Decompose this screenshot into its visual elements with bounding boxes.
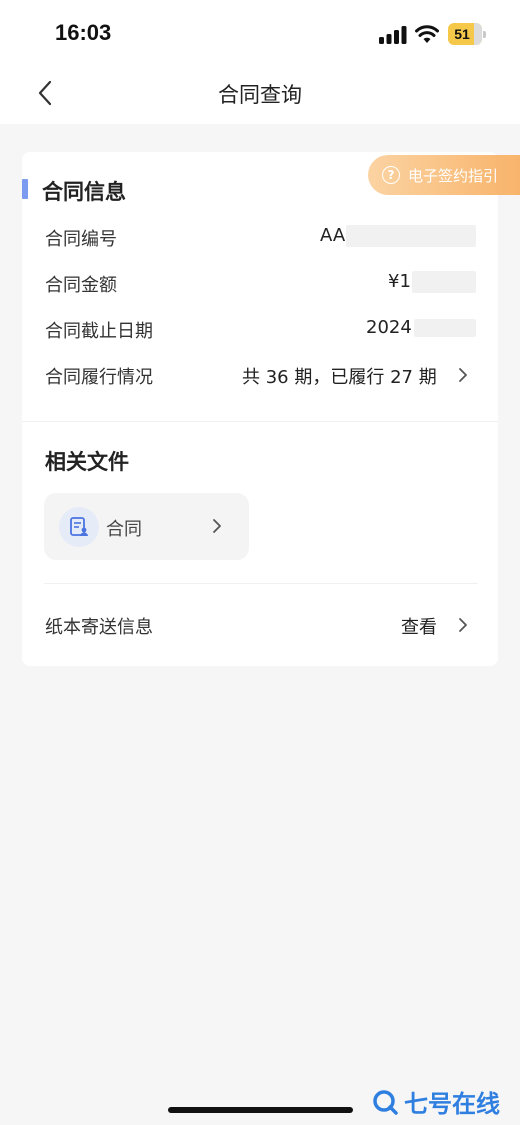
- contract-number-value: AA: [320, 225, 346, 246]
- paper-delivery-label: 纸本寄送信息: [45, 617, 153, 638]
- redaction-mask: [412, 271, 476, 293]
- battery-indicator: 51: [448, 23, 486, 45]
- battery-tip: [483, 31, 486, 38]
- watermark-logo: 七号在线: [372, 1084, 500, 1119]
- file-item-label: 合同: [106, 519, 142, 540]
- wifi-icon: [415, 25, 439, 43]
- chevron-right-icon[interactable]: [456, 365, 470, 385]
- redaction-mask: [414, 319, 476, 337]
- watermark-search-icon: [373, 1089, 398, 1115]
- section-divider: [44, 583, 478, 584]
- navigation-bar: 合同查询: [0, 62, 520, 124]
- contract-number-label: 合同编号: [45, 229, 117, 250]
- watermark-text: 七号在线: [404, 1090, 500, 1118]
- contract-document-icon: [59, 507, 99, 547]
- section-divider: [22, 421, 498, 422]
- e-sign-guide-button[interactable]: ? 电子签约指引: [368, 155, 520, 195]
- contract-end-date-value: 2024: [366, 317, 412, 338]
- home-indicator[interactable]: [168, 1107, 353, 1113]
- document-person-icon: [70, 517, 88, 536]
- cellular-signal-icon: [379, 26, 407, 44]
- contract-performance-value[interactable]: 共 36 期，已履行 27 期: [242, 363, 437, 389]
- contract-info-title: 合同信息: [42, 180, 126, 204]
- battery-level: 51: [448, 23, 482, 45]
- file-item-contract[interactable]: 合同: [44, 493, 249, 560]
- contract-amount-label: 合同金额: [45, 275, 117, 296]
- contract-end-date-label: 合同截止日期: [45, 321, 153, 342]
- status-time: 16:03: [55, 20, 112, 45]
- question-circle-icon: ?: [382, 166, 400, 184]
- page-title: 合同查询: [218, 83, 302, 107]
- chevron-right-icon: [213, 519, 221, 533]
- status-bar: 16:03 51: [0, 0, 520, 62]
- contract-performance-label: 合同履行情况: [45, 367, 153, 388]
- battery-percent: 51: [454, 26, 470, 42]
- section-accent-bar: [22, 179, 28, 199]
- paper-delivery-view-link[interactable]: 查看: [401, 613, 437, 639]
- e-sign-guide-label: 电子签约指引: [408, 166, 499, 185]
- chevron-right-icon[interactable]: [456, 615, 470, 635]
- related-files-title: 相关文件: [45, 450, 129, 474]
- redaction-mask: [346, 225, 476, 247]
